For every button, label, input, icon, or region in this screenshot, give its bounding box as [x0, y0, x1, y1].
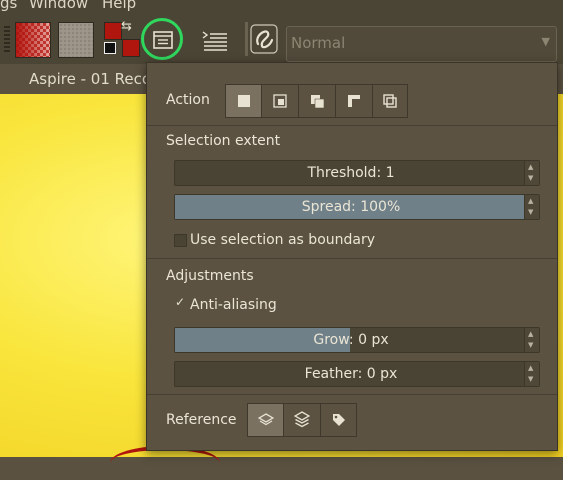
- toolbar-grip[interactable]: [4, 26, 10, 52]
- use-boundary-checkbox[interactable]: [174, 234, 187, 247]
- reference-color-labeled-button[interactable]: [321, 404, 356, 436]
- pattern-preset-button[interactable]: [58, 22, 94, 58]
- action-symmetric-difference-button[interactable]: [373, 85, 407, 117]
- reset-colors-icon[interactable]: [104, 42, 116, 54]
- blending-mode-select[interactable]: Normal ▼: [286, 26, 557, 62]
- brush-stroke-icon: [250, 24, 278, 54]
- symmetric-difference-mode-icon: [383, 94, 397, 108]
- feather-value: Feather: 0 px: [304, 366, 398, 382]
- replace-mode-icon: [238, 95, 250, 107]
- arrow-up-icon[interactable]: ▲: [528, 163, 533, 171]
- docker-list-button[interactable]: [200, 25, 230, 55]
- chevron-down-icon: ▼: [541, 35, 550, 48]
- grow-value: Grow: 0 px: [313, 332, 389, 348]
- color-labeled-layers-icon: [333, 414, 345, 426]
- threshold-spin-arrows[interactable]: ▲ ▼: [524, 161, 539, 185]
- subtract-mode-icon: [348, 95, 360, 107]
- feather-spin-arrows[interactable]: ▲ ▼: [524, 362, 539, 386]
- feather-slider[interactable]: Feather: 0 px ▲ ▼: [174, 361, 540, 387]
- highlight-circle: [141, 18, 183, 60]
- swap-colors-icon[interactable]: ⇆: [121, 19, 132, 34]
- action-label: Action: [166, 92, 210, 108]
- action-mode-group: [225, 84, 408, 118]
- all-layers-icon: [294, 411, 310, 428]
- gradient-preset-button[interactable]: [15, 22, 51, 58]
- anti-aliasing-label[interactable]: Anti-aliasing: [190, 297, 277, 313]
- current-layer-icon: [258, 413, 274, 426]
- menu-settings[interactable]: gs: [0, 0, 17, 12]
- reference-all-layers-button[interactable]: [284, 404, 321, 436]
- arrow-down-icon[interactable]: ▼: [528, 174, 533, 182]
- reference-group: [247, 403, 357, 437]
- intersect-mode-icon: [273, 94, 287, 108]
- toolbar-separator: [245, 22, 248, 56]
- arrow-down-icon[interactable]: ▼: [528, 208, 533, 216]
- arrow-down-icon[interactable]: ▼: [528, 375, 533, 383]
- reference-current-layer-button[interactable]: [248, 404, 284, 436]
- toolbar: ⇆ Normal ▼: [0, 12, 563, 64]
- threshold-slider[interactable]: Threshold: 1 ▲ ▼: [174, 160, 540, 186]
- spread-spin-arrows[interactable]: ▲ ▼: [524, 195, 539, 219]
- menubar: gs Window Help: [0, 0, 563, 12]
- arrow-up-icon[interactable]: ▲: [528, 197, 533, 205]
- checkmark-icon: ✓: [175, 295, 186, 309]
- canvas-stroke: [110, 446, 220, 480]
- action-intersect-button[interactable]: [262, 85, 299, 117]
- tool-options-popup: Action Selection extent Threshold: 1 ▲ ▼…: [146, 62, 558, 451]
- action-add-button[interactable]: [299, 85, 336, 117]
- anti-aliasing-checkbox[interactable]: ✓: [174, 295, 187, 312]
- document-tab[interactable]: Aspire - 01 Reco: [29, 70, 151, 88]
- menu-help[interactable]: Help: [102, 0, 136, 12]
- section-divider: [147, 125, 557, 126]
- grow-spin-arrows[interactable]: ▲ ▼: [524, 328, 539, 352]
- action-replace-button[interactable]: [226, 85, 262, 117]
- add-mode-icon: [311, 95, 325, 109]
- threshold-value: Threshold: 1: [307, 165, 395, 181]
- section-divider: [147, 258, 557, 259]
- arrow-up-icon[interactable]: ▲: [528, 364, 533, 372]
- foreground-color-swatch[interactable]: [104, 22, 122, 40]
- section-divider: [147, 394, 557, 395]
- spread-slider[interactable]: Spread: 100% ▲ ▼: [174, 194, 540, 220]
- use-boundary-label[interactable]: Use selection as boundary: [190, 232, 375, 248]
- arrow-down-icon[interactable]: ▼: [528, 341, 533, 349]
- brush-presets-button[interactable]: [250, 24, 278, 54]
- background-color-swatch[interactable]: [122, 39, 140, 57]
- menu-window[interactable]: Window: [29, 0, 88, 12]
- blending-mode-value: Normal: [291, 34, 346, 52]
- adjustments-heading: Adjustments: [166, 268, 254, 284]
- reference-label: Reference: [166, 412, 237, 428]
- arrow-up-icon[interactable]: ▲: [528, 330, 533, 338]
- selection-extent-heading: Selection extent: [166, 133, 281, 149]
- list-lines-icon: [202, 31, 227, 51]
- action-subtract-button[interactable]: [336, 85, 373, 117]
- spread-value: Spread: 100%: [301, 199, 401, 215]
- grow-slider[interactable]: Grow: 0 px ▲ ▼: [174, 327, 540, 353]
